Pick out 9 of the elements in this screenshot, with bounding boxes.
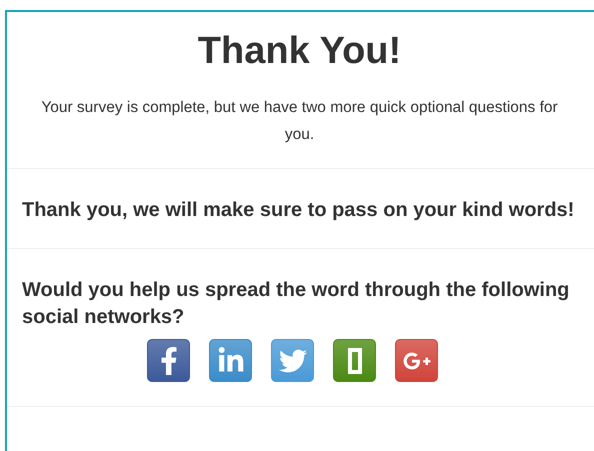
google-plus-icon[interactable] bbox=[395, 339, 438, 382]
bird-icon[interactable] bbox=[271, 339, 314, 382]
door-icon[interactable] bbox=[333, 339, 376, 382]
section-heading: Would you help us spread the word through the following social networks? bbox=[22, 278, 570, 330]
page-title: Thank You! bbox=[196, 29, 402, 74]
section-heading: Thank you, we will make sure to pass on your kind words! bbox=[22, 198, 576, 223]
intro-text: Your survey is complete, but we have two more quick optional questions for you. bbox=[40, 98, 559, 145]
linkedin-icon[interactable] bbox=[209, 339, 252, 382]
facebook-icon[interactable] bbox=[147, 339, 190, 382]
